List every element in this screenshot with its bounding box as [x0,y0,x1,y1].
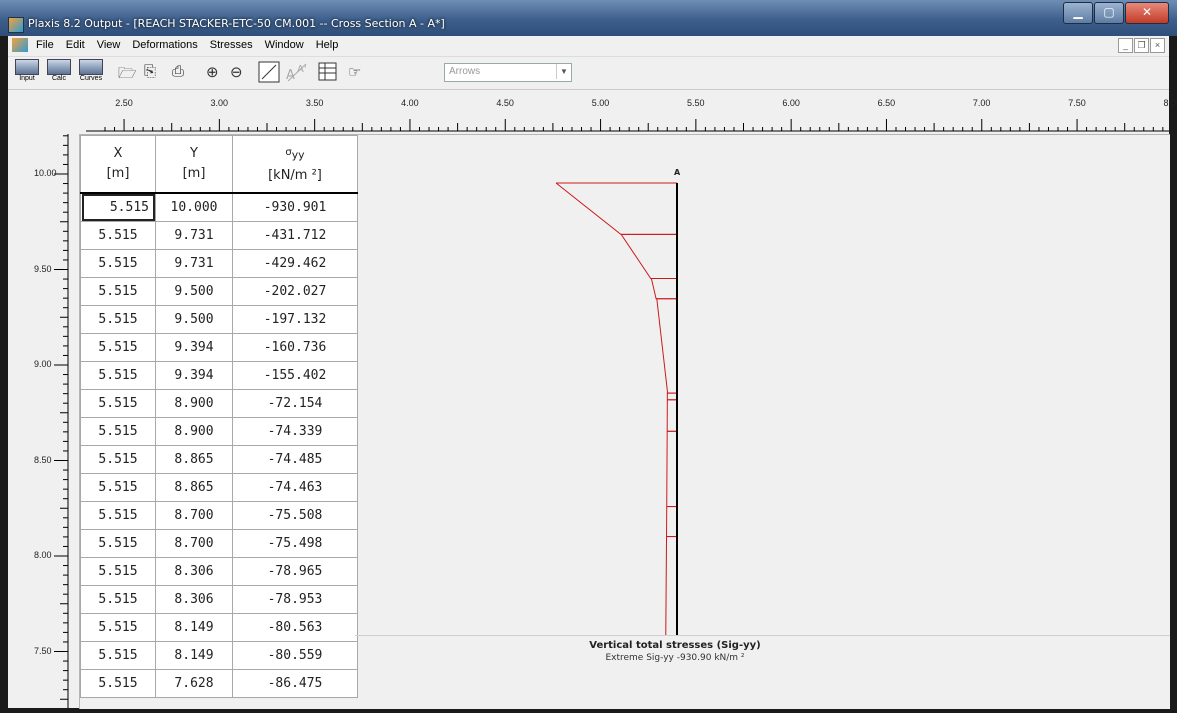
cross-section-icon[interactable]: A A' [284,61,310,83]
window-title: Plaxis 8.2 Output - [REACH STACKER-ETC-5… [28,17,445,30]
cell-y[interactable]: 8.149 [155,641,233,670]
reset-view-icon[interactable] [258,61,280,83]
calc-button[interactable]: Calc [44,59,74,87]
menu-help[interactable]: Help [316,39,339,51]
curves-button[interactable]: Curves [76,59,106,87]
svg-text:A': A' [297,64,307,75]
display-mode-value: Arrows [449,66,481,77]
table-icon[interactable] [318,62,338,82]
open-folder-icon[interactable]: 🗁 [118,63,137,88]
mdi-restore-button[interactable]: ❐ [1134,38,1149,53]
document-icon[interactable] [12,38,28,52]
curves-program-icon [79,59,103,75]
curves-label: Curves [79,75,103,82]
toolbar: Input Calc Curves 🗁 ⎘ ⎙ ⊕ ⊖ A A' ☞ Arrows… [8,57,1169,90]
copy-icon[interactable]: ⎘ [144,63,156,80]
plot-title: Vertical total stresses (Sig-yy) [589,640,761,651]
calc-label: Calc [51,75,66,82]
output-canvas[interactable]: X [m] Y [m] σyy [kN/m ²] 5.515 10.000 -930.90… [79,134,1170,709]
section-label-a: A [674,168,681,177]
plot-caption: Vertical total stresses (Sig-yy) Extreme… [510,640,840,663]
display-mode-select[interactable]: Arrows ▼ [444,63,572,82]
menu-file[interactable]: File [36,39,54,51]
zoom-in-icon[interactable]: ⊕ [206,63,219,81]
divider [355,635,1170,636]
hand-pointer-icon[interactable]: ☞ [348,63,361,81]
ruler-v-label: 8.00 [34,550,52,560]
cell-sigma-yy[interactable]: -80.559 [232,641,358,670]
ruler-v-label: 8.50 [34,454,52,465]
stress-diagram: AA* [555,168,681,635]
cell-x[interactable]: 5.515 [80,669,156,698]
print-icon[interactable]: ⎙ [172,63,184,80]
cell-x[interactable]: 5.515 [80,641,156,670]
chevron-down-icon[interactable]: ▼ [556,64,571,79]
menu-deformations[interactable]: Deformations [132,39,197,51]
input-label: Input [19,75,35,82]
menu-view[interactable]: View [97,39,121,51]
minimize-button[interactable]: ▁ [1063,2,1093,24]
maximize-button[interactable]: ▢ [1094,2,1124,24]
table-row[interactable]: 5.515 8.149 -80.559 [80,641,358,670]
extreme-value: Extreme Sig-yy -930.90 kN/m ² [605,653,745,663]
menu-edit[interactable]: Edit [66,39,85,51]
cell-sigma-yy[interactable]: -86.475 [232,669,358,698]
ruler-v-label: 7.50 [34,645,52,656]
menu-window[interactable]: Window [265,39,304,51]
vertical-ruler: 10.00 9.50 9.00 8.50 8.00 7.50 [8,134,79,708]
title-bar[interactable]: Plaxis 8.2 Output - [REACH STACKER-ETC-5… [0,0,1177,36]
mdi-minimize-button[interactable]: _ [1118,38,1133,53]
menu-stresses[interactable]: Stresses [210,39,253,51]
calc-program-icon [47,59,71,75]
menu-bar: File Edit View Deformations Stresses Window He… [8,36,1169,57]
ruler-v-label: 10.00 [34,168,57,178]
plaxis-app-icon [8,17,24,33]
input-program-icon [15,59,39,75]
close-button[interactable]: ✕ [1125,2,1169,24]
table-row[interactable]: 5.515 7.628 -86.475 [80,669,358,698]
cell-y[interactable]: 7.628 [155,669,233,698]
zoom-out-icon[interactable]: ⊖ [230,63,243,81]
input-button[interactable]: Input [12,59,42,87]
mdi-close-button[interactable]: × [1150,38,1165,53]
ruler-v-label: 9.50 [34,263,52,274]
horizontal-ruler: 2.50 3.00 3.50 4.00 4.50 5.00 5.50 6.00 6.50 7.00… [8,90,1177,134]
ruler-v-label: 9.00 [34,359,52,369]
